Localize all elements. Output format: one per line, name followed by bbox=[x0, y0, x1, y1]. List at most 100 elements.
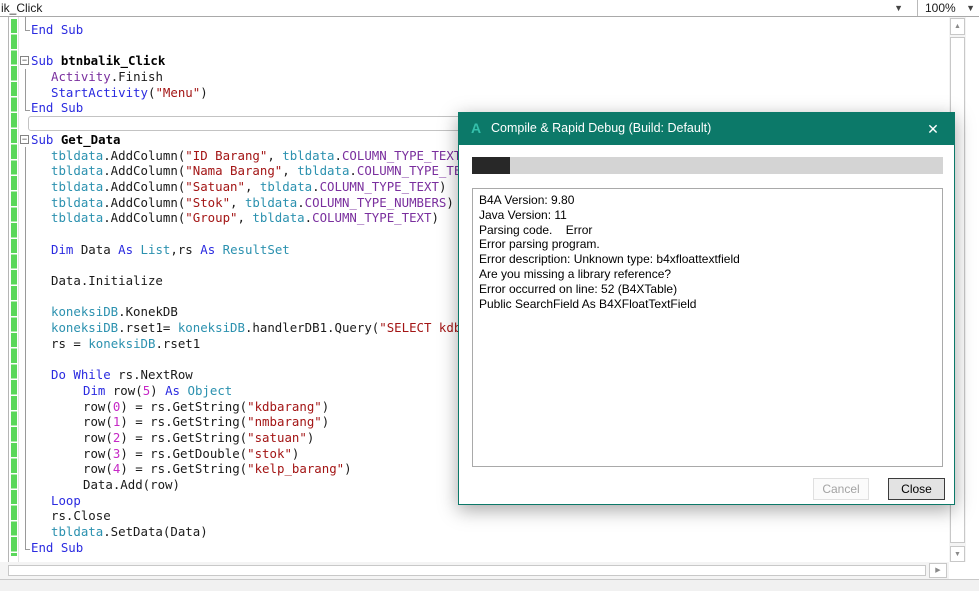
code-token: ) = rs.GetString( bbox=[120, 399, 247, 414]
chevron-down-icon[interactable]: ▼ bbox=[966, 3, 975, 13]
ide-window: ik_Click ▼ 100% ▼ End Sub −Sub btnbalik_C… bbox=[0, 0, 979, 591]
code-token: ) = rs.GetString( bbox=[120, 414, 247, 429]
dialog-titlebar[interactable]: A Compile & Rapid Debug (Build: Default)… bbox=[459, 113, 954, 145]
chevron-down-icon[interactable]: ▼ bbox=[894, 3, 903, 13]
fold-collapse-icon[interactable]: − bbox=[20, 135, 29, 144]
code-token: "Group" bbox=[185, 210, 237, 225]
code-token: Object bbox=[187, 383, 232, 398]
code-token: "Stok" bbox=[185, 195, 230, 210]
log-line: Error description: Unknown type: b4xfloa… bbox=[479, 252, 936, 267]
fold-connector-tick bbox=[25, 30, 30, 31]
code-token: tbldata bbox=[260, 179, 312, 194]
log-line: Are you missing a library reference? bbox=[479, 267, 936, 282]
code-token: rs = bbox=[51, 336, 88, 351]
scroll-right-icon[interactable]: ▶ bbox=[929, 563, 947, 578]
code-token: COLUMN_TYPE_TEXT bbox=[312, 210, 431, 225]
horizontal-scrollbar-thumb[interactable] bbox=[8, 565, 926, 576]
code-token: "Nama Barang" bbox=[185, 163, 282, 178]
code-line bbox=[31, 38, 946, 54]
code-line: rs.Close bbox=[31, 508, 946, 524]
code-token: row( bbox=[83, 446, 113, 461]
code-token: koneksiDB bbox=[88, 336, 155, 351]
code-token: ) bbox=[150, 383, 165, 398]
code-token: tbldata bbox=[51, 179, 103, 194]
code-token: .rset1= bbox=[118, 320, 178, 335]
code-token: .KonekDB bbox=[118, 304, 178, 319]
code-token: , bbox=[282, 163, 297, 178]
code-token: . bbox=[334, 148, 341, 163]
code-token: "ID Barang" bbox=[185, 148, 267, 163]
code-token: row( bbox=[105, 383, 142, 398]
scroll-up-icon[interactable]: ▲ bbox=[950, 18, 965, 35]
code-token: row( bbox=[83, 461, 113, 476]
bottom-panel-strip bbox=[0, 579, 979, 591]
fold-connector-line bbox=[25, 17, 26, 30]
code-line: StartActivity("Menu") bbox=[31, 85, 946, 101]
code-token: , bbox=[238, 210, 253, 225]
code-token: ) = rs.GetDouble( bbox=[120, 446, 247, 461]
code-token: "stok" bbox=[247, 446, 292, 461]
code-token: As bbox=[118, 242, 133, 257]
code-token: ) bbox=[200, 85, 207, 100]
code-token: ) bbox=[439, 179, 446, 194]
b4a-logo-icon: A bbox=[471, 120, 481, 136]
close-icon[interactable]: ✕ bbox=[922, 119, 944, 139]
code-token: "kelp_barang" bbox=[247, 461, 344, 476]
code-token: row( bbox=[83, 399, 113, 414]
compile-log-output: B4A Version: 9.80Java Version: 11Parsing… bbox=[472, 188, 943, 467]
code-token: , bbox=[267, 148, 282, 163]
code-token: "nmbarang" bbox=[247, 414, 322, 429]
code-token: ) bbox=[322, 399, 329, 414]
code-token: Data.Initialize bbox=[51, 273, 163, 288]
fold-collapse-icon[interactable]: − bbox=[20, 56, 29, 65]
code-token: .handlerDB1.Query( bbox=[245, 320, 379, 335]
code-token: ) bbox=[292, 446, 299, 461]
zoom-level-combobox[interactable]: 100% ▼ bbox=[920, 0, 979, 16]
code-token: . bbox=[312, 179, 319, 194]
code-token: koneksiDB bbox=[51, 320, 118, 335]
code-token: .AddColumn( bbox=[103, 163, 185, 178]
code-token: Dim bbox=[83, 383, 105, 398]
code-token: row( bbox=[83, 414, 113, 429]
code-token: tbldata bbox=[51, 195, 103, 210]
code-token: End Sub bbox=[31, 540, 83, 555]
changed-lines-indicator bbox=[11, 19, 17, 556]
code-token: ) bbox=[322, 414, 329, 429]
code-token: row( bbox=[83, 430, 113, 445]
scroll-down-icon[interactable]: ▼ bbox=[950, 546, 965, 562]
code-token: tbldata bbox=[252, 210, 304, 225]
cancel-button[interactable]: Cancel bbox=[813, 478, 869, 500]
code-token: StartActivity bbox=[51, 85, 148, 100]
code-token: . bbox=[305, 210, 312, 225]
code-token: koneksiDB bbox=[178, 320, 245, 335]
zoom-level-value: 100% bbox=[925, 1, 956, 15]
log-line: Error parsing program. bbox=[479, 237, 936, 252]
code-token: tbldata bbox=[297, 163, 349, 178]
code-token: ) bbox=[446, 195, 453, 210]
toolbar-separator bbox=[917, 0, 918, 16]
code-token bbox=[215, 242, 222, 257]
code-token: Loop bbox=[51, 493, 81, 508]
dialog-title: Compile & Rapid Debug (Build: Default) bbox=[491, 121, 711, 135]
code-token: . bbox=[349, 163, 356, 178]
code-token: , bbox=[230, 195, 245, 210]
compile-progress-bar bbox=[472, 157, 943, 174]
code-token: COLUMN_TYPE_NUMBERS bbox=[305, 195, 447, 210]
code-line: End Sub bbox=[31, 22, 946, 38]
code-token: As bbox=[165, 383, 180, 398]
fold-connector-line bbox=[25, 69, 26, 110]
close-button[interactable]: Close bbox=[888, 478, 945, 500]
code-line: −Sub btnbalik_Click bbox=[31, 53, 946, 69]
code-line: Activity.Finish bbox=[31, 69, 946, 85]
code-token: ) bbox=[307, 430, 314, 445]
horizontal-scrollbar[interactable]: ▶ bbox=[0, 562, 949, 579]
sub-selector-combobox[interactable]: ik_Click ▼ bbox=[0, 0, 917, 16]
code-token: btnbalik_Click bbox=[61, 53, 165, 68]
compile-debug-dialog: A Compile & Rapid Debug (Build: Default)… bbox=[458, 112, 955, 505]
code-token: End Sub bbox=[31, 100, 83, 115]
code-token: Data.Add(row) bbox=[83, 477, 180, 492]
code-token: .SetData(Data) bbox=[103, 524, 207, 539]
code-token: tbldata bbox=[51, 148, 103, 163]
sub-selector-value: ik_Click bbox=[1, 1, 42, 15]
fold-connector-line bbox=[25, 147, 26, 549]
